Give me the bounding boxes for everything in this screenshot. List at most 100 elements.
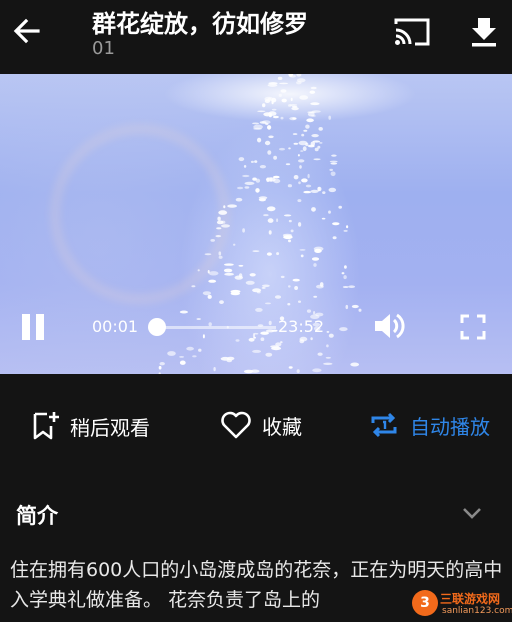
chevron-down-icon — [463, 508, 481, 519]
water-glint — [264, 96, 274, 102]
water-glint — [191, 285, 196, 288]
water-glint — [235, 339, 240, 342]
water-glint — [167, 351, 176, 356]
water-glint — [343, 275, 347, 280]
watermark-logo: 3 — [412, 590, 438, 616]
water-glint — [311, 257, 320, 261]
water-glint — [227, 204, 238, 208]
volume-button[interactable] — [372, 310, 406, 342]
water-glint — [198, 348, 202, 352]
water-glint — [312, 368, 322, 373]
water-glint — [245, 280, 255, 285]
water-glint — [276, 252, 280, 256]
water-glint — [296, 81, 302, 85]
water-glint — [179, 360, 186, 365]
favorite-button[interactable]: 收藏 — [220, 410, 302, 440]
water-glint — [299, 95, 309, 100]
water-glint — [270, 345, 279, 348]
water-glint — [276, 218, 279, 222]
water-glint — [313, 295, 318, 298]
water-glint — [307, 173, 310, 179]
volume-icon — [375, 313, 405, 339]
water-glint — [219, 300, 224, 304]
water-glint — [278, 93, 282, 97]
water-glint — [323, 362, 333, 365]
video-player[interactable]: 00:01 23:52 — [0, 74, 512, 374]
download-button[interactable] — [468, 14, 500, 48]
water-glint — [310, 189, 319, 193]
water-glint — [255, 188, 260, 193]
water-glint — [342, 286, 349, 288]
water-glint — [208, 279, 217, 283]
water-glint — [252, 122, 260, 125]
water-glint — [329, 160, 338, 163]
water-glint — [332, 222, 340, 226]
water-glint — [262, 284, 270, 288]
expand-intro-button[interactable] — [458, 500, 486, 526]
water-glint — [248, 337, 255, 342]
seek-thumb[interactable] — [148, 318, 166, 336]
water-glint — [319, 282, 324, 287]
watch-later-button[interactable]: 稍后观看 — [30, 410, 150, 442]
fullscreen-button[interactable] — [460, 314, 486, 340]
repeat-icon — [371, 412, 397, 438]
water-glint — [218, 251, 222, 256]
cast-button[interactable] — [393, 16, 431, 48]
water-glint — [267, 150, 272, 155]
water-glint — [294, 286, 298, 290]
water-glint — [230, 289, 241, 294]
water-glint — [216, 227, 222, 230]
water-glint — [281, 98, 287, 103]
water-glint — [290, 97, 293, 102]
back-button[interactable] — [10, 14, 44, 48]
water-glint — [242, 174, 250, 178]
water-glint — [283, 235, 293, 240]
water-glint — [215, 235, 222, 238]
water-glint — [313, 158, 321, 161]
water-glint — [253, 332, 259, 335]
current-time: 00:01 — [92, 317, 139, 336]
water-glint — [158, 372, 161, 374]
water-glint — [279, 147, 285, 151]
water-glint — [319, 142, 323, 144]
water-glint — [298, 159, 305, 163]
water-glint — [197, 269, 200, 272]
water-glint — [242, 228, 246, 233]
water-glint — [268, 320, 272, 326]
water-glint — [210, 239, 215, 242]
water-glint — [299, 249, 306, 251]
water-glint — [271, 100, 274, 105]
water-glint — [266, 252, 272, 256]
water-glint — [343, 229, 348, 232]
water-glint — [159, 362, 165, 366]
autoplay-toggle[interactable]: 自动播放 — [368, 410, 490, 440]
water-glint — [243, 369, 254, 374]
water-glint — [305, 124, 310, 129]
water-glint — [204, 253, 212, 256]
water-glint — [292, 278, 300, 282]
arrow-left-icon — [13, 18, 40, 44]
water-glint — [296, 369, 300, 373]
seek-bar[interactable] — [156, 326, 276, 329]
water-glint — [344, 265, 347, 269]
water-glint — [310, 337, 313, 341]
water-glint — [331, 154, 337, 157]
water-glint — [293, 142, 299, 145]
water-glint — [258, 198, 266, 202]
water-glint — [254, 160, 258, 163]
water-glint — [279, 82, 289, 85]
water-glint — [263, 214, 269, 217]
water-glint — [299, 165, 302, 169]
pause-button[interactable] — [18, 312, 48, 342]
water-glint — [260, 331, 269, 335]
water-glint — [332, 236, 337, 240]
water-glint — [293, 175, 299, 180]
water-glint — [301, 178, 308, 183]
water-glint — [317, 186, 322, 192]
favorite-label: 收藏 — [262, 414, 302, 439]
top-bar: 群花绽放，彷如修罗 01 — [0, 0, 512, 72]
water-glint — [328, 115, 332, 120]
water-glint — [298, 181, 301, 185]
water-glint — [218, 210, 228, 215]
water-glint — [328, 187, 337, 193]
